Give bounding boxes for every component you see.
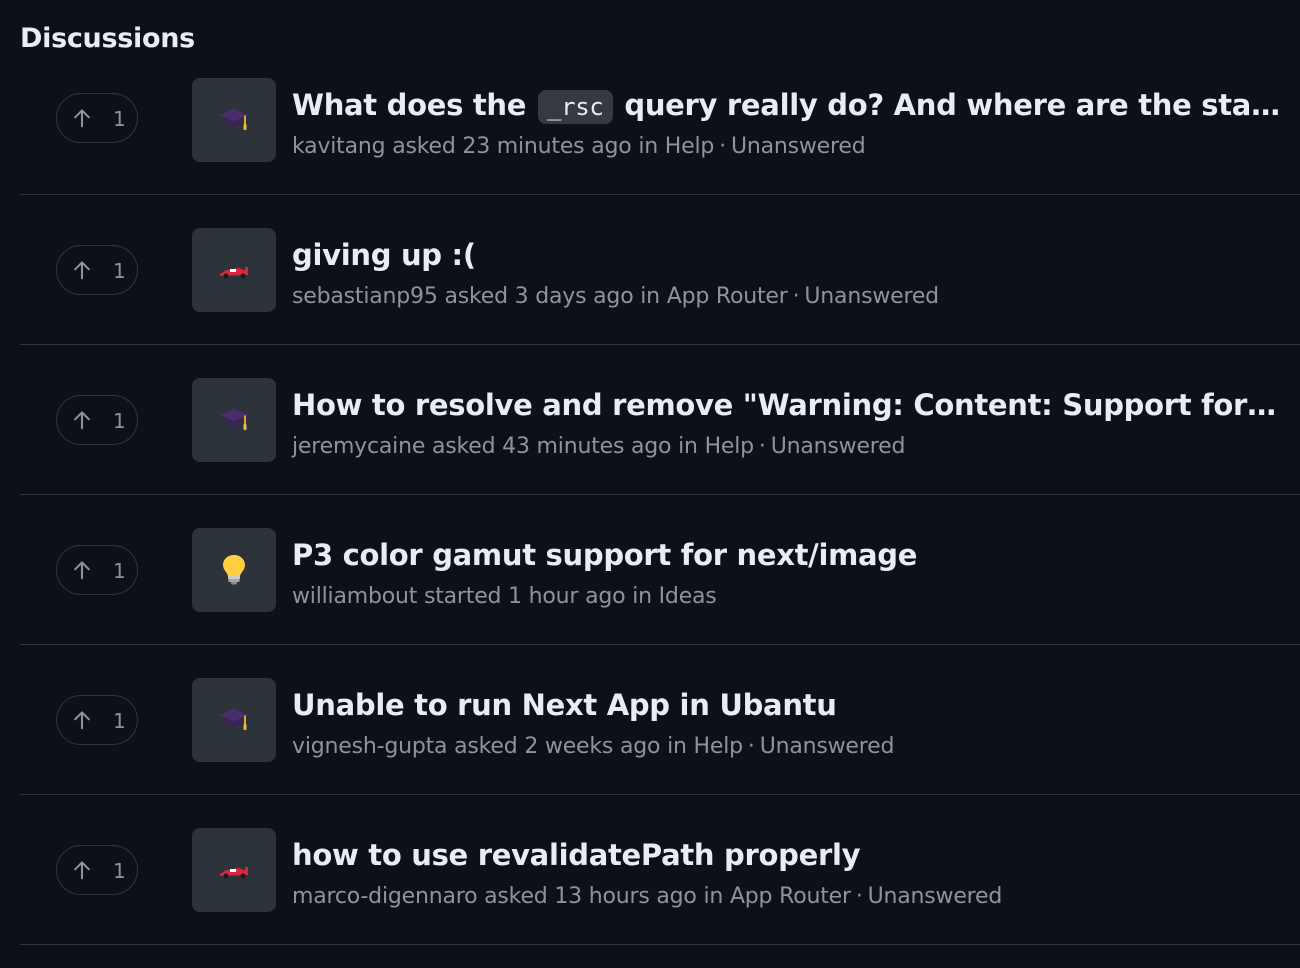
arrow-up-icon (71, 259, 93, 281)
arrow-up-icon (71, 409, 93, 431)
discussion-meta: marco-digennaro asked 13 hours ago in Ap… (292, 884, 1003, 909)
discussion-title-link[interactable]: How to resolve and remove "Warning: Cont… (292, 385, 1282, 425)
status-label: Unanswered (730, 134, 866, 159)
discussion-meta: sebastianp95 asked 3 days ago in App Rou… (292, 284, 939, 309)
discussion-meta: kavitang asked 23 minutes ago in Help · Un… (292, 134, 866, 159)
upvote-button[interactable]: 1 (56, 845, 138, 895)
discussion-title-link[interactable]: What does the _rsc query really do? And … (292, 85, 1282, 127)
discussion-row: 1 What does the _rsc query really do? An… (20, 45, 1300, 195)
category-link[interactable]: Ideas (659, 584, 717, 609)
status-label: Unanswered (867, 884, 1003, 909)
discussion-title-link[interactable]: Unable to run Next App in Ubantu (292, 685, 1282, 725)
upvote-count: 1 (113, 409, 126, 433)
upvote-count: 1 (113, 709, 126, 733)
author-link[interactable]: williambout (292, 584, 417, 609)
author-link[interactable]: marco-digennaro (292, 884, 478, 909)
author-link[interactable]: vignesh-gupta (292, 734, 448, 759)
arrow-up-icon (71, 107, 93, 129)
status-label: Unanswered (770, 434, 906, 459)
discussion-row: 1 how to use revalidatePath properly mar… (20, 795, 1300, 945)
discussion-title-link[interactable]: P3 color gamut support for next/image (292, 535, 1282, 575)
timestamp: 23 minutes ago (462, 134, 632, 159)
graduation-cap-icon (192, 78, 276, 162)
discussions-page: Discussions 1 What does the _rsc query r… (0, 0, 1300, 968)
discussion-row: 1 How to resolve and remove "Warning: Co… (20, 345, 1300, 495)
upvote-count: 1 (113, 259, 126, 283)
discussion-list: 1 What does the _rsc query really do? An… (20, 45, 1300, 945)
timestamp: 13 hours ago (554, 884, 697, 909)
category-link[interactable]: Help (705, 434, 755, 459)
discussion-meta: jeremycaine asked 43 minutes ago in Help… (292, 434, 906, 459)
arrow-up-icon (71, 859, 93, 881)
upvote-count: 1 (113, 859, 126, 883)
upvote-button[interactable]: 1 (56, 245, 138, 295)
arrow-up-icon (71, 559, 93, 581)
inline-code: _rsc (537, 90, 613, 124)
discussion-row: 1 P3 color gamut support for next/image … (20, 495, 1300, 645)
timestamp: 2 weeks ago (524, 734, 661, 759)
timestamp: 3 days ago (514, 284, 634, 309)
category-link[interactable]: App Router (730, 884, 851, 909)
author-link[interactable]: kavitang (292, 134, 386, 159)
race-car-icon (192, 828, 276, 912)
upvote-count: 1 (113, 559, 126, 583)
author-link[interactable]: sebastianp95 (292, 284, 438, 309)
timestamp: 1 hour ago (508, 584, 626, 609)
discussion-title-link[interactable]: giving up :( (292, 235, 1282, 275)
upvote-button[interactable]: 1 (56, 545, 138, 595)
graduation-cap-icon (192, 378, 276, 462)
timestamp: 43 minutes ago (502, 434, 672, 459)
status-label: Unanswered (804, 284, 939, 309)
author-link[interactable]: jeremycaine (292, 434, 425, 459)
discussion-row: 1 giving up :( sebastianp95 asked 3 days… (20, 195, 1300, 345)
arrow-up-icon (71, 709, 93, 731)
discussion-row: 1 Unable to run Next App in Ubantu vigne… (20, 645, 1300, 795)
upvote-button[interactable]: 1 (56, 93, 138, 143)
upvote-button[interactable]: 1 (56, 695, 138, 745)
upvote-button[interactable]: 1 (56, 395, 138, 445)
discussion-meta: vignesh-gupta asked 2 weeks ago in Help ·… (292, 734, 895, 759)
category-link[interactable]: Help (665, 134, 715, 159)
discussion-title-link[interactable]: how to use revalidatePath properly (292, 835, 1282, 875)
category-link[interactable]: Help (694, 734, 744, 759)
graduation-cap-icon (192, 678, 276, 762)
discussion-meta: williambout started 1 hour ago in Ideas (292, 584, 717, 609)
upvote-count: 1 (113, 107, 126, 131)
race-car-icon (192, 228, 276, 312)
category-link[interactable]: App Router (667, 284, 788, 309)
light-bulb-icon (192, 528, 276, 612)
status-label: Unanswered (759, 734, 895, 759)
